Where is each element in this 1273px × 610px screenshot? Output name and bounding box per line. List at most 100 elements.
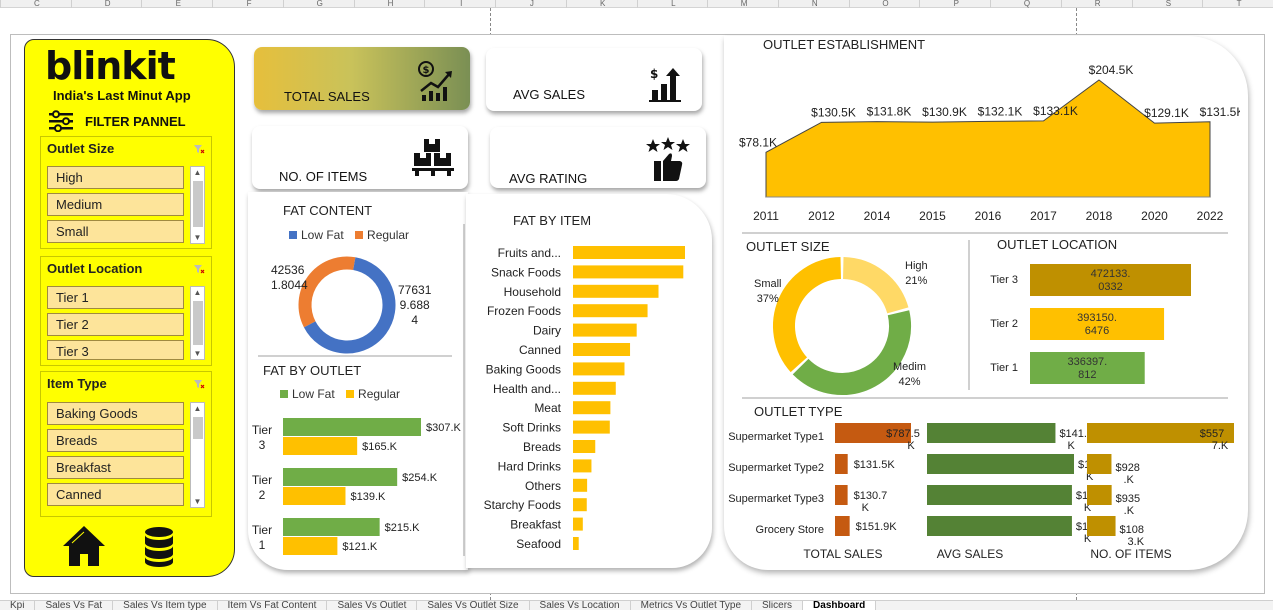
- column-header[interactable]: J: [495, 0, 566, 8]
- slicer-item-type: Item Type Baking Goods Breads Breakfast …: [40, 371, 212, 517]
- sheet-tab[interactable]: Dashboard: [803, 601, 877, 610]
- column-header[interactable]: F: [212, 0, 283, 8]
- category-label: Tier 2: [990, 318, 1018, 330]
- fat-by-outlet-bar-chart: Tier3$307.K$165.KTier2$254.K$139.KTier1$…: [252, 418, 462, 555]
- home-icon[interactable]: [61, 524, 107, 568]
- column-header[interactable]: Q: [990, 0, 1061, 8]
- fat-by-outlet-legend: Low Fat Regular: [280, 387, 400, 401]
- slicer-scrollbar[interactable]: ▲ ▼: [190, 166, 205, 244]
- data-label: .K: [1123, 474, 1134, 486]
- scroll-up-icon[interactable]: ▲: [191, 404, 204, 413]
- column-header[interactable]: K: [565, 0, 637, 8]
- sheet-tab[interactable]: Sales Vs Fat: [35, 601, 114, 610]
- slicer-item-high[interactable]: High: [47, 166, 184, 189]
- clear-filter-icon[interactable]: [193, 378, 205, 390]
- scroll-up-icon[interactable]: ▲: [191, 168, 204, 177]
- column-header[interactable]: R: [1060, 0, 1132, 8]
- sheet-tab[interactable]: Metrics Vs Outlet Type: [631, 601, 753, 610]
- bar: [573, 537, 579, 550]
- bar: [927, 485, 1072, 505]
- sheet-tab[interactable]: Kpi: [0, 601, 36, 610]
- slicer-item-breads[interactable]: Breads: [47, 429, 184, 452]
- sheet-tab[interactable]: Item Vs Fat Content: [218, 601, 328, 610]
- slicer-item-tier-2[interactable]: Tier 2: [47, 313, 184, 336]
- data-label: $131.5K: [854, 459, 896, 471]
- bar: [573, 401, 611, 415]
- data-label: $131.5K: [1200, 105, 1240, 119]
- scroll-down-icon[interactable]: ▼: [191, 349, 204, 358]
- slicer-item-baking-goods[interactable]: Baking Goods: [47, 402, 184, 425]
- filter-panel-title: FILTER PANNEL: [85, 114, 186, 129]
- clear-filter-icon[interactable]: [193, 143, 205, 155]
- data-label: 0332: [1098, 281, 1122, 293]
- data-label: $130.5K: [811, 105, 856, 119]
- slicer-item-medium[interactable]: Medium: [47, 193, 184, 216]
- slicer-item-tier-1[interactable]: Tier 1: [47, 286, 184, 309]
- row-label: Grocery Store: [756, 524, 824, 536]
- data-label: K: [907, 440, 915, 452]
- column-header[interactable]: I: [424, 0, 495, 8]
- column-header[interactable]: L: [636, 0, 708, 8]
- sheet-tab[interactable]: Slicers: [752, 601, 804, 610]
- column-header[interactable]: G: [282, 0, 354, 8]
- category-label: Tier 3: [990, 274, 1018, 286]
- column-header[interactable]: D: [70, 0, 142, 8]
- data-label: 393150.: [1077, 312, 1117, 324]
- fat-by-item-bar-chart: Fruits and... Snack Foods Household Frozen …: [484, 246, 685, 551]
- slicer-item-small[interactable]: Small: [47, 220, 184, 243]
- data-label: $108: [1120, 524, 1144, 536]
- bar: [835, 454, 848, 474]
- sheet-tab[interactable]: Sales Vs Item type: [113, 601, 218, 610]
- column-header[interactable]: O: [848, 0, 920, 8]
- data-label: $130.7: [854, 490, 888, 502]
- column-header[interactable]: E: [141, 0, 212, 8]
- category-label: Breakfast: [510, 518, 561, 532]
- scroll-up-icon[interactable]: ▲: [191, 288, 204, 297]
- bar: [573, 478, 588, 492]
- data-label: $139.K: [350, 491, 386, 503]
- area-series: [765, 79, 1211, 198]
- data-label: $787.5: [886, 428, 920, 440]
- column-header[interactable]: S: [1131, 0, 1203, 8]
- outlet-location-bar-chart: Tier 3 472133.0332 Tier 2 393150.6476 Tier 1…: [990, 264, 1191, 384]
- slicer-outlet-location: Outlet Location Tier 1 Tier 2 Tier 3 ▲ ▼: [40, 256, 212, 366]
- sheet-tab[interactable]: Sales Vs Location: [530, 601, 631, 610]
- sheet-tab-bar: Kpi Sales Vs Fat Sales Vs Item type Item Vs…: [0, 600, 1273, 610]
- bar: [573, 498, 587, 512]
- bar: [927, 454, 1074, 474]
- fat-content-donut-chart: [298, 256, 396, 354]
- database-icon[interactable]: [143, 526, 175, 568]
- bar: [1087, 516, 1116, 536]
- clear-filter-icon[interactable]: [193, 263, 205, 275]
- column-header[interactable]: P: [919, 0, 990, 8]
- slicer-item-tier-3[interactable]: Tier 3: [47, 340, 184, 360]
- legend-item: Regular: [355, 228, 409, 242]
- scroll-down-icon[interactable]: ▼: [191, 497, 204, 506]
- legend-item: Low Fat: [289, 228, 344, 242]
- kpi-no-of-items: NO. OF ITEMS: [252, 126, 468, 189]
- column-header[interactable]: M: [707, 0, 778, 8]
- x-tick-label: 2017: [1030, 209, 1057, 223]
- sheet-tab[interactable]: Sales Vs Outlet Size: [417, 601, 530, 610]
- outlet-type-title: OUTLET TYPE: [754, 404, 843, 419]
- sheet-tab[interactable]: Sales Vs Outlet: [327, 601, 418, 610]
- column-header[interactable]: N: [777, 0, 849, 8]
- slicer-scrollbar[interactable]: ▲ ▼: [190, 286, 205, 360]
- slicer-item-canned[interactable]: Canned: [47, 483, 184, 506]
- kpi-label: TOTAL SALES: [284, 89, 370, 104]
- bar: [927, 516, 1072, 536]
- bar: [573, 381, 616, 395]
- legend-item: Regular: [346, 387, 400, 401]
- category-label: Hard Drinks: [498, 459, 561, 473]
- bar: [573, 304, 648, 318]
- scroll-down-icon[interactable]: ▼: [191, 233, 204, 242]
- slicer-item-breakfast[interactable]: Breakfast: [47, 456, 184, 479]
- slicer-scrollbar[interactable]: ▲ ▼: [190, 402, 205, 508]
- column-header[interactable]: C: [0, 0, 71, 8]
- column-header[interactable]: H: [353, 0, 425, 8]
- x-tick-label: 2011: [753, 209, 779, 223]
- data-label-medim: Medim 42%: [893, 361, 927, 388]
- x-tick-label: 2020: [1141, 209, 1168, 223]
- column-header[interactable]: T: [1202, 0, 1273, 8]
- bar: [1087, 454, 1112, 474]
